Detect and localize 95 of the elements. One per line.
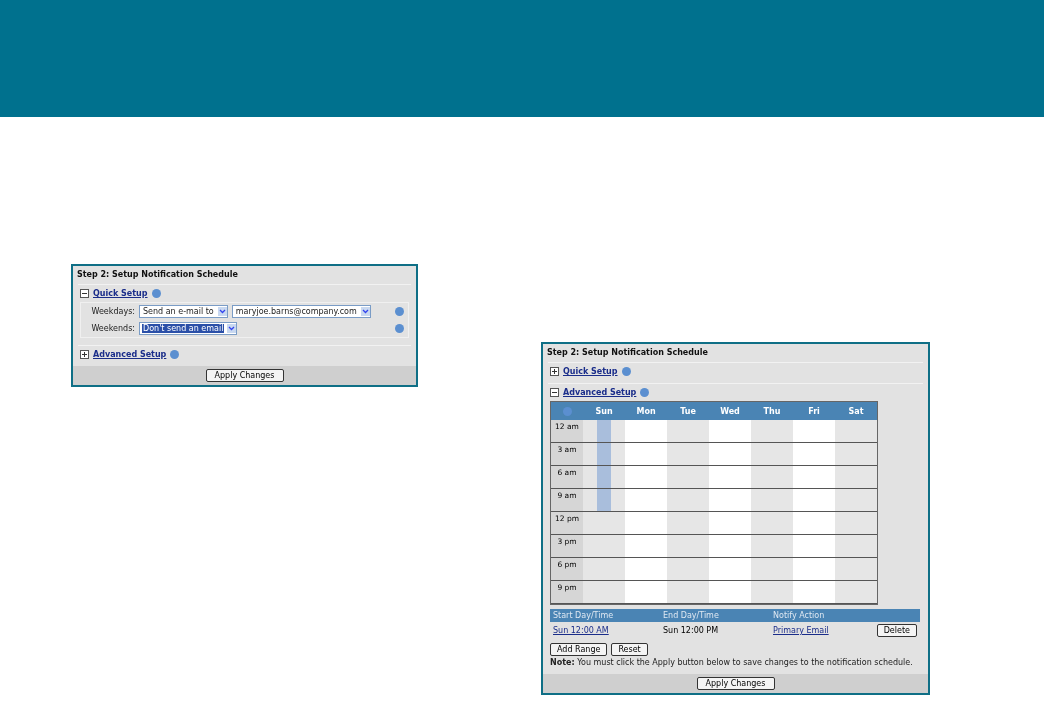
schedule-cell[interactable] <box>793 512 835 535</box>
schedule-cell[interactable] <box>625 581 667 604</box>
schedule-cell[interactable] <box>709 466 751 489</box>
schedule-cell[interactable] <box>625 535 667 558</box>
day-header: Mon <box>625 402 667 420</box>
schedule-cell[interactable] <box>751 558 793 581</box>
schedule-cell[interactable] <box>835 535 877 558</box>
section-link[interactable]: Advanced Setup <box>93 350 167 359</box>
schedule-cell[interactable] <box>709 420 751 443</box>
help-icon[interactable] <box>621 367 631 376</box>
row-label: Weekends: <box>90 324 135 333</box>
collapse-toggle[interactable] <box>550 388 559 397</box>
panel-title: Step 2: Setup Notification Schedule <box>76 269 239 281</box>
schedule-cell[interactable] <box>751 581 793 604</box>
schedule-cell[interactable] <box>793 581 835 604</box>
schedule-cell[interactable] <box>625 443 667 466</box>
schedule-button[interactable]: Add Range <box>550 643 608 656</box>
schedule-cell[interactable] <box>583 443 625 466</box>
dropdown[interactable]: Don't send an email <box>139 322 238 335</box>
schedule-cell[interactable] <box>751 535 793 558</box>
section-link[interactable]: Advanced Setup <box>563 388 637 397</box>
schedule-cell[interactable] <box>751 512 793 535</box>
schedule-cell[interactable] <box>793 443 835 466</box>
section-link[interactable]: Quick Setup <box>563 367 618 376</box>
schedule-cell[interactable] <box>751 420 793 443</box>
schedule-cell[interactable] <box>835 420 877 443</box>
help-icon[interactable] <box>640 388 650 397</box>
apply-button[interactable]: Apply Changes <box>205 369 284 382</box>
schedule-cell[interactable] <box>583 420 625 443</box>
day-header: Fri <box>793 402 835 420</box>
schedule-cell[interactable] <box>793 489 835 512</box>
schedule-cell[interactable] <box>667 558 709 581</box>
end-time: Sun 12:00 PM <box>663 626 720 635</box>
schedule-cell[interactable] <box>793 558 835 581</box>
schedule-cell[interactable] <box>835 489 877 512</box>
schedule-cell[interactable] <box>583 535 625 558</box>
schedule-cell[interactable] <box>751 489 793 512</box>
schedule-cell[interactable] <box>835 581 877 604</box>
schedule-cell[interactable] <box>835 558 877 581</box>
schedule-cell[interactable] <box>667 420 709 443</box>
caret-icon <box>360 307 370 316</box>
panel-title: Step 2: Setup Notification Schedule <box>546 347 709 359</box>
caret-icon <box>227 324 237 333</box>
schedule-cell[interactable] <box>709 489 751 512</box>
help-icon[interactable] <box>170 350 180 359</box>
schedule-cell[interactable] <box>751 443 793 466</box>
schedule-cell[interactable] <box>709 581 751 604</box>
schedule-cell[interactable] <box>583 581 625 604</box>
schedule-cell[interactable] <box>667 443 709 466</box>
schedule-cell[interactable] <box>793 420 835 443</box>
schedule-cell[interactable] <box>625 466 667 489</box>
day-header: Sat <box>835 402 877 420</box>
day-header: Tue <box>667 402 709 420</box>
dropdown[interactable]: maryjoe.barns@company.com <box>231 305 371 318</box>
schedule-cell[interactable] <box>709 558 751 581</box>
schedule-cell[interactable] <box>667 489 709 512</box>
expand-toggle[interactable] <box>80 350 89 359</box>
collapse-toggle[interactable] <box>80 289 89 298</box>
day-header: Wed <box>709 402 751 420</box>
schedule-cell[interactable] <box>793 466 835 489</box>
help-icon[interactable] <box>151 289 161 298</box>
schedule-cell[interactable] <box>583 466 625 489</box>
schedule-cell[interactable] <box>667 581 709 604</box>
note-text: Note: You must click the Apply button below to save changes to the notification schedule. <box>550 658 914 667</box>
start-time-link[interactable]: Sun 12:00 AM <box>553 626 663 635</box>
day-header: Thu <box>751 402 793 420</box>
dropdown[interactable]: Send an e-mail to <box>139 305 228 318</box>
schedule-cell[interactable] <box>835 466 877 489</box>
schedule-cell[interactable] <box>793 535 835 558</box>
day-header: Sun <box>583 402 625 420</box>
schedule-cell[interactable] <box>583 512 625 535</box>
schedule-cell[interactable] <box>667 466 709 489</box>
schedule-cell[interactable] <box>583 558 625 581</box>
schedule-cell[interactable] <box>835 512 877 535</box>
schedule-cell[interactable] <box>835 443 877 466</box>
range-header: Start Day/Time End Day/Time Notify Action <box>550 609 920 622</box>
section-link[interactable]: Quick Setup <box>93 289 148 298</box>
schedule-cell[interactable] <box>625 420 667 443</box>
schedule-cell[interactable] <box>625 489 667 512</box>
schedule-button[interactable]: Reset <box>611 643 648 656</box>
schedule-cell[interactable] <box>583 489 625 512</box>
expand-toggle[interactable] <box>550 367 559 376</box>
schedule-cell[interactable] <box>709 535 751 558</box>
schedule-cell[interactable] <box>709 443 751 466</box>
apply-button[interactable]: Apply Changes <box>696 677 775 690</box>
schedule-cell[interactable] <box>625 558 667 581</box>
schedule-cell[interactable] <box>667 512 709 535</box>
delete-button[interactable]: Delete <box>876 624 917 637</box>
schedule-cell[interactable] <box>709 512 751 535</box>
schedule-cell[interactable] <box>667 535 709 558</box>
row-label: Weekdays: <box>90 307 135 316</box>
notify-action-link[interactable]: Primary Email <box>773 626 829 635</box>
schedule-cell[interactable] <box>625 512 667 535</box>
caret-icon <box>217 307 227 316</box>
schedule-cell[interactable] <box>751 466 793 489</box>
